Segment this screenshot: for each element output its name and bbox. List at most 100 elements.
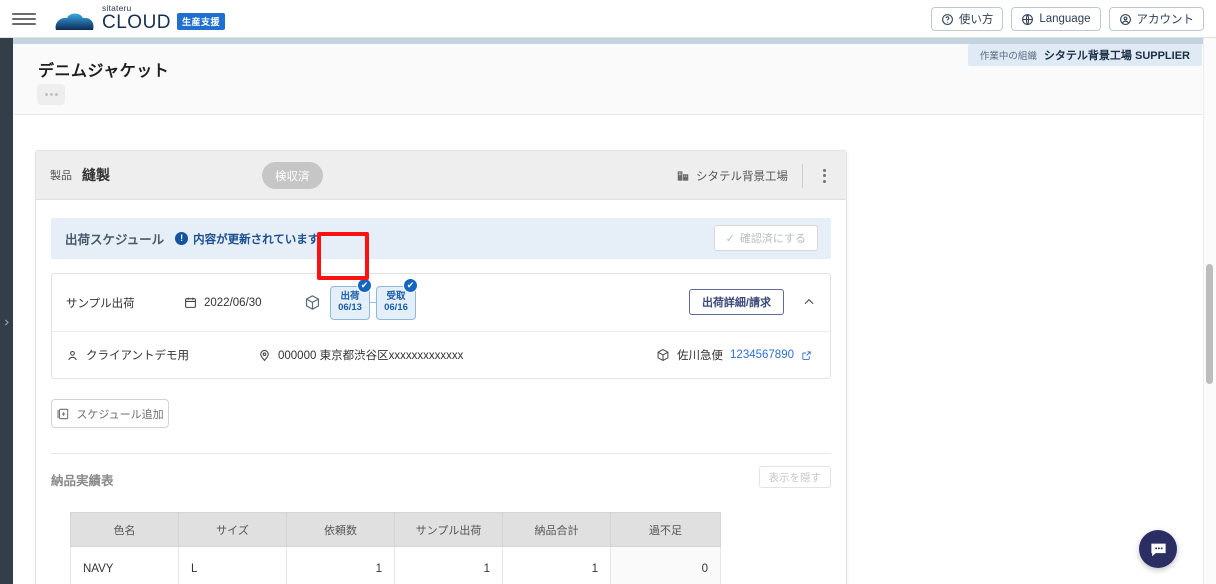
card-header: 製品 縫製 検収済 シタテル背景工場 (36, 151, 846, 200)
step-shipped[interactable]: ✔ 出荷 06/13 (330, 277, 372, 320)
working-organization-value: シタテル背景工場 SUPPLIER (1043, 50, 1190, 62)
logo-badge: 生産支援 (177, 12, 226, 30)
col-delivery-total: 納品合計 (502, 512, 611, 547)
step-shipped-date: 06/13 (338, 301, 362, 313)
card-header-right: シタテル背景工場 (676, 151, 832, 200)
cloud-icon (52, 9, 96, 33)
performance-title: 納品実績表 (51, 474, 114, 488)
vertical-scrollbar-track[interactable] (1203, 38, 1216, 584)
hide-table-button[interactable]: 表示を隠す (758, 466, 831, 488)
language-button[interactable]: Language (1011, 7, 1101, 31)
building-icon (677, 170, 689, 181)
check-circle-icon: ✔ (403, 277, 418, 293)
package-icon (304, 294, 321, 311)
factory-name: シタテル背景工場 (696, 170, 788, 183)
client-info: クライアントデモ用 (66, 347, 189, 363)
schedule-detail-row: クライアントデモ用 000000 東京都渋谷区xxxxxxxxxxxxx 佐川急… (52, 331, 830, 378)
divider (802, 163, 803, 188)
card-body: 出荷スケジュール ! 内容が更新されています ✓ 確認済にする サンプル出荷 2… (36, 200, 846, 584)
page-more-button[interactable] (37, 84, 65, 105)
shipping-detail-button[interactable]: 出荷詳細/請求 (688, 289, 784, 315)
app-logo[interactable]: sitateru CLOUD 生産支援 (52, 4, 226, 33)
dot-icon (44, 93, 48, 96)
section-divider (51, 453, 831, 454)
person-icon (68, 350, 77, 360)
col-requested: 依頼数 (286, 512, 395, 547)
add-box-icon (57, 408, 69, 419)
external-link-icon (802, 350, 811, 360)
product-card: 製品 縫製 検収済 シタテル背景工場 出荷スケジュール ! 内容が更新されていま… (35, 150, 847, 584)
globe-icon (1022, 13, 1034, 25)
client-name: クライアントデモ用 (86, 350, 190, 362)
working-organization-ribbon: 作業中の組織 シタテル背景工場 SUPPLIER (967, 44, 1202, 66)
question-circle-icon (941, 13, 953, 25)
add-schedule-label: スケジュール追加 (76, 408, 164, 421)
chevron-right-icon[interactable] (2, 316, 11, 326)
step-received[interactable]: ✔ 受取 06/16 (376, 277, 418, 320)
address-info: 000000 東京都渋谷区xxxxxxxxxxxxx (258, 347, 463, 363)
address-value: 000000 東京都渋谷区xxxxxxxxxxxxx (278, 350, 464, 362)
factory-info: シタテル背景工場 (676, 168, 788, 184)
hamburger-icon[interactable] (12, 7, 36, 31)
step-received-label: 受取 (386, 290, 406, 302)
col-size: サイズ (178, 512, 287, 547)
account-button[interactable]: アカウント (1108, 7, 1204, 31)
schedule-name: サンプル出荷 (66, 297, 135, 310)
cell-sample-shipment: 1 (394, 546, 503, 584)
main-canvas: デニムジャケット 製品 縫製 検収済 シタテル背景工場 出荷スケジュール ! 内… (13, 38, 1203, 584)
hide-table-label: 表示を隠す (768, 471, 822, 484)
dot-icon (49, 93, 53, 96)
vertical-scrollbar-thumb[interactable] (1206, 264, 1213, 384)
dot-icon (54, 93, 58, 96)
language-button-label: Language (1039, 13, 1091, 25)
chat-bubble-icon (1150, 543, 1166, 556)
schedule-date-value: 2022/06/30 (204, 296, 262, 309)
carrier-name: 佐川急便 (677, 350, 724, 362)
col-color: 色名 (70, 512, 179, 547)
logo-title: CLOUD (102, 11, 172, 33)
update-message: 内容が更新されています (193, 233, 320, 246)
card-header-value: 縫製 (82, 167, 110, 183)
left-rail (0, 38, 13, 584)
mark-confirmed-label: 確認済にする (739, 233, 806, 245)
top-bar-actions: 使い方 Language アカウント (930, 0, 1204, 38)
more-vertical-icon[interactable] (817, 165, 832, 187)
shipping-detail-label: 出荷詳細/請求 (701, 297, 771, 309)
delivery-performance-table: 色名 サイズ 依頼数 サンプル出荷 納品合計 過不足 NAVY L 1 1 1 (70, 512, 721, 584)
alert-icon: ! (175, 232, 189, 245)
cell-size: L (178, 546, 287, 584)
package-icon (657, 348, 669, 362)
schedule-box: サンプル出荷 2022/06/30 ✔ 出荷 06/13 ✔ 受取 06/16 … (51, 273, 831, 379)
carrier-info: 佐川急便 1234567890 (656, 347, 812, 363)
calendar-icon (185, 297, 196, 308)
help-button[interactable]: 使い方 (930, 7, 1004, 31)
chat-button[interactable] (1139, 530, 1177, 568)
location-pin-icon (260, 349, 269, 361)
cell-surplus-shortage: 0 (610, 546, 721, 584)
top-bar: sitateru CLOUD 生産支援 使い方 Language アカウント (0, 0, 1216, 38)
col-sample-shipment: サンプル出荷 (394, 512, 503, 547)
shipping-schedule-title: 出荷スケジュール (65, 233, 165, 247)
table-header-row: 色名 サイズ 依頼数 サンプル出荷 納品合計 過不足 (70, 512, 721, 547)
shipping-schedule-banner: 出荷スケジュール ! 内容が更新されています ✓ 確認済にする (51, 218, 831, 259)
cell-color: NAVY (70, 546, 179, 584)
add-schedule-button[interactable]: スケジュール追加 (51, 399, 169, 428)
account-circle-icon (1119, 13, 1131, 25)
mark-confirmed-button[interactable]: ✓ 確認済にする (713, 225, 818, 251)
tracking-number-link[interactable]: 1234567890 (730, 349, 794, 361)
cell-delivery-total: 1 (502, 546, 611, 584)
schedule-steps: ✔ 出荷 06/13 ✔ 受取 06/16 (304, 274, 418, 331)
chevron-up-icon[interactable] (802, 295, 816, 312)
page-title: デニムジャケット (38, 63, 170, 80)
help-button-label: 使い方 (958, 14, 994, 26)
schedule-summary-row: サンプル出荷 2022/06/30 ✔ 出荷 06/13 ✔ 受取 06/16 … (52, 274, 830, 331)
table-row: NAVY L 1 1 1 0 (70, 546, 721, 584)
schedule-date: 2022/06/30 (184, 296, 262, 309)
step-received-date: 06/16 (384, 301, 408, 313)
card-header-label: 製品 (50, 170, 72, 182)
working-organization-label: 作業中の組織 (979, 51, 1037, 62)
status-badge: 検収済 (262, 162, 323, 189)
account-button-label: アカウント (1136, 14, 1195, 26)
cell-requested: 1 (286, 546, 395, 584)
step-shipped-label: 出荷 (340, 290, 360, 302)
